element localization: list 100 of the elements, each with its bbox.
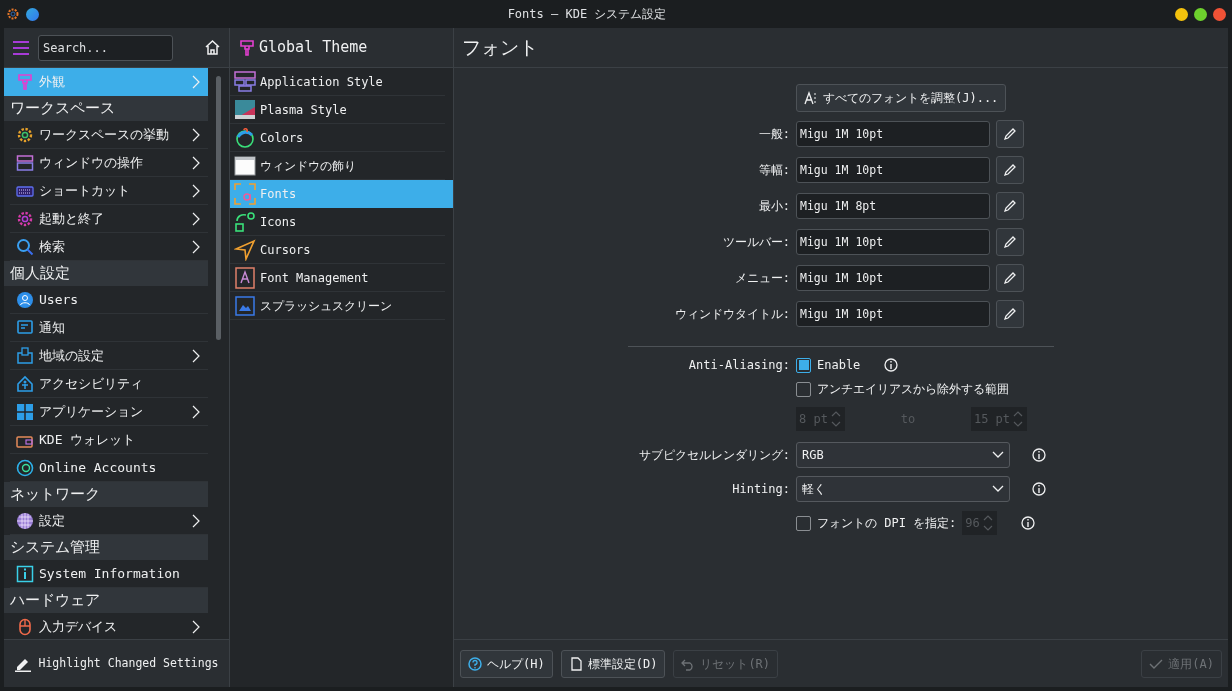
window-icon — [234, 70, 256, 93]
sidebar-item[interactable]: KDE ウォレット — [10, 426, 208, 454]
font-field[interactable]: Migu 1M 10pt — [796, 301, 990, 327]
sidebar-item[interactable]: Users — [10, 286, 208, 314]
stepper-icon — [1012, 409, 1025, 429]
font-field[interactable]: Migu 1M 10pt — [796, 157, 990, 183]
pencil-icon — [1003, 127, 1017, 141]
page-title: フォント — [454, 28, 1228, 68]
close-button[interactable] — [1213, 7, 1226, 21]
field-label: Anti-Aliasing: — [687, 357, 790, 374]
category-item[interactable]: Font Management — [230, 264, 445, 292]
font-book-icon — [234, 266, 256, 289]
accessibility-icon — [16, 374, 34, 393]
globe-icon — [16, 511, 34, 530]
chevron-icon — [992, 485, 1004, 493]
sidebar-item[interactable]: 地域の設定 — [10, 342, 208, 370]
document-icon — [568, 656, 583, 671]
edit-button[interactable] — [996, 264, 1024, 292]
dropdown[interactable]: RGB — [796, 442, 1010, 468]
category-item[interactable]: Plasma Style — [230, 96, 445, 124]
window-icon — [16, 153, 34, 172]
cursor-icon — [234, 238, 256, 261]
info-icon — [884, 358, 899, 372]
font-field[interactable]: Migu 1M 10pt — [796, 229, 990, 255]
field-label: サブピクセルレンダリング: — [637, 447, 790, 464]
field-label: 一般: — [757, 126, 790, 143]
dropdown[interactable]: 軽く — [796, 476, 1010, 502]
footer-button[interactable]: ヘルプ(H) — [460, 649, 553, 678]
sidebar-item[interactable]: ワークスペースの挙動 — [10, 121, 208, 149]
info-icon — [1020, 516, 1035, 530]
stepper-icon — [829, 409, 842, 429]
field-label: 等幅: — [757, 162, 790, 179]
gear-icon — [6, 7, 20, 21]
pencil-icon — [1003, 199, 1017, 213]
field-label: 最小: — [757, 198, 790, 215]
edit-button[interactable] — [996, 228, 1024, 256]
section-header: システム管理 — [4, 535, 208, 560]
sidebar-item[interactable]: アクセシビリティ — [10, 370, 208, 398]
info-icon — [16, 564, 34, 583]
search-field[interactable]: Search... — [38, 34, 173, 61]
section-header: ネットワーク — [4, 482, 208, 507]
sidebar-item[interactable]: ショートカット — [10, 177, 208, 205]
panel-title: Global Theme — [259, 37, 368, 59]
info-icon — [1032, 482, 1046, 496]
home-button[interactable] — [204, 39, 221, 56]
pencil-icon — [1003, 271, 1017, 285]
shapes-icon — [234, 210, 256, 233]
field-label: メニュー: — [733, 270, 790, 287]
help-icon — [468, 656, 482, 671]
edit-button[interactable] — [996, 192, 1024, 220]
window-title: Fonts — KDE システム設定 — [506, 6, 668, 23]
grid-icon — [16, 402, 34, 421]
checkbox[interactable]: フォントの DPI を指定: — [796, 514, 957, 532]
brush-icon — [16, 72, 34, 91]
stepper-icon — [981, 513, 994, 533]
wallpaper-icon — [234, 98, 256, 121]
sidebar-item[interactable]: 起動と終了 — [10, 205, 208, 233]
maximize-button[interactable] — [1194, 7, 1207, 21]
mouse-icon — [16, 617, 34, 636]
category-item[interactable]: Colors — [230, 124, 445, 152]
window-icon — [234, 154, 256, 177]
checkbox[interactable]: アンチエイリアスから除外する範囲 — [796, 380, 1009, 398]
category-item[interactable]: Application Style — [230, 68, 445, 96]
field-label: ウィンドウタイトル: — [673, 306, 790, 323]
font-field[interactable]: Migu 1M 10pt — [796, 265, 990, 291]
pencil-icon — [1003, 307, 1017, 321]
gear-icon — [16, 125, 34, 144]
checkbox[interactable]: Enable — [796, 356, 861, 374]
adjust-all-button[interactable]: すべてのフォントを調整(J)... — [796, 84, 1007, 112]
category-item[interactable]: Icons — [230, 208, 445, 236]
menu-button[interactable] — [12, 39, 30, 56]
footer-button[interactable]: 標準設定(D) — [560, 649, 666, 678]
category-item[interactable]: スプラッシュスクリーン — [230, 292, 445, 320]
font-field[interactable]: Migu 1M 10pt — [796, 121, 990, 147]
edit-button[interactable] — [996, 120, 1024, 148]
pencil-icon — [1003, 163, 1017, 177]
font-field[interactable]: Migu 1M 8pt — [796, 193, 990, 219]
brush-icon — [238, 38, 256, 57]
section-header: 個人設定 — [4, 261, 208, 286]
user-icon — [16, 290, 34, 309]
font-icon — [234, 182, 256, 205]
font-size-icon — [804, 91, 818, 105]
pencil-icon — [1003, 235, 1017, 249]
field-label: Hinting: — [731, 481, 790, 498]
search-icon — [16, 237, 34, 256]
minimize-button[interactable] — [1175, 7, 1188, 21]
chevron-icon — [992, 451, 1004, 459]
notification-icon — [16, 318, 34, 337]
edit-button[interactable] — [996, 156, 1024, 184]
section-header: ワークスペース — [4, 96, 208, 121]
sidebar-item[interactable]: 通知 — [10, 314, 208, 342]
info-icon — [1032, 448, 1046, 462]
sidebar-item[interactable]: アプリケーション — [10, 398, 208, 426]
scrollbar-thumb[interactable] — [216, 76, 221, 340]
image-icon — [234, 294, 256, 317]
category-item[interactable]: Cursors — [230, 236, 445, 264]
gear-icon — [16, 209, 34, 228]
section-header: ハードウェア — [4, 588, 208, 613]
edit-button[interactable] — [996, 300, 1024, 328]
sidebar-item[interactable]: ウィンドウの操作 — [10, 149, 208, 177]
